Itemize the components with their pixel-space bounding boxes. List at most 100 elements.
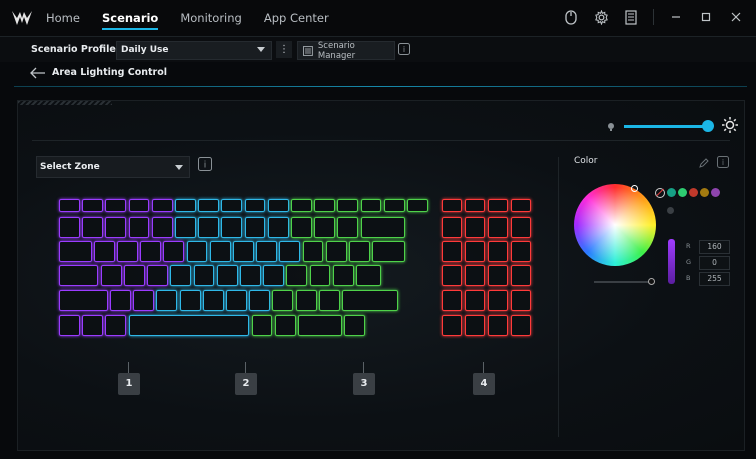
keyboard-key[interactable] xyxy=(295,290,317,311)
keyboard-key[interactable] xyxy=(151,217,173,238)
help-icon[interactable]: i xyxy=(717,156,729,168)
keyboard-key[interactable] xyxy=(128,199,150,212)
keyboard-key[interactable] xyxy=(193,265,215,286)
keyboard-key[interactable] xyxy=(59,290,108,311)
keyboard-key[interactable] xyxy=(105,315,127,336)
color-swatch[interactable] xyxy=(678,188,687,197)
keyboard-key[interactable] xyxy=(511,217,531,238)
close-icon[interactable] xyxy=(728,9,744,25)
keyboard-key[interactable] xyxy=(488,290,508,311)
keyboard-key[interactable] xyxy=(355,265,382,286)
keyboard-key[interactable] xyxy=(442,199,462,212)
keyboard-key[interactable] xyxy=(105,199,127,212)
keyboard-key[interactable] xyxy=(82,217,104,238)
scenario-manager-button[interactable]: Scenario Manager xyxy=(297,41,395,61)
keyboard-key[interactable] xyxy=(442,241,462,262)
keyboard-key[interactable] xyxy=(511,290,531,311)
keyboard-key[interactable] xyxy=(325,241,347,262)
keyboard-key[interactable] xyxy=(465,315,485,336)
keyboard-key[interactable] xyxy=(442,315,462,336)
tab-scenario[interactable]: Scenario xyxy=(101,0,159,36)
keyboard-key[interactable] xyxy=(488,241,508,262)
hue-slider-knob[interactable] xyxy=(648,278,655,285)
zone-label-1[interactable]: 1 xyxy=(118,373,140,395)
keyboard-key[interactable] xyxy=(133,290,155,311)
keyboard-key[interactable] xyxy=(198,199,220,212)
keyboard-key[interactable] xyxy=(314,199,336,212)
hue-slider-track[interactable] xyxy=(594,281,654,283)
keyboard-key[interactable] xyxy=(511,315,531,336)
keyboard-key[interactable] xyxy=(309,265,331,286)
tab-home[interactable]: Home xyxy=(46,0,80,36)
mouse-icon[interactable] xyxy=(563,9,579,25)
keyboard-key[interactable] xyxy=(314,217,336,238)
blue-value-input[interactable]: 255 xyxy=(699,272,730,286)
help-icon[interactable]: i xyxy=(398,43,410,55)
keyboard-key[interactable] xyxy=(274,315,296,336)
keyboard-key[interactable] xyxy=(465,199,485,212)
keyboard-key[interactable] xyxy=(349,241,370,262)
keyboard-key[interactable] xyxy=(59,217,80,238)
keyboard-key[interactable] xyxy=(442,265,462,286)
keyboard-key[interactable] xyxy=(360,199,382,212)
keyboard-key[interactable] xyxy=(318,290,340,311)
keyboard-key[interactable] xyxy=(337,199,359,212)
keyboard-key[interactable] xyxy=(302,241,324,262)
keyboard-key[interactable] xyxy=(156,290,178,311)
no-color-swatch[interactable] xyxy=(655,188,665,198)
minimize-icon[interactable] xyxy=(668,9,684,25)
keyboard-key[interactable] xyxy=(221,217,243,238)
keyboard-key[interactable] xyxy=(249,290,271,311)
keyboard-key[interactable] xyxy=(59,265,99,286)
keyboard-key[interactable] xyxy=(465,241,485,262)
keyboard-key[interactable] xyxy=(256,241,278,262)
red-value-input[interactable]: 160 xyxy=(699,240,730,254)
keyboard-key[interactable] xyxy=(465,290,485,311)
keyboard-key[interactable] xyxy=(239,265,261,286)
keyboard-key[interactable] xyxy=(286,265,308,286)
tab-app-center[interactable]: App Center xyxy=(264,0,329,36)
keyboard-key[interactable] xyxy=(221,199,243,212)
keyboard-key[interactable] xyxy=(59,315,80,336)
keyboard-key[interactable] xyxy=(170,265,192,286)
notes-icon[interactable] xyxy=(623,9,639,25)
keyboard-key[interactable] xyxy=(337,217,359,238)
keyboard-key[interactable] xyxy=(511,265,531,286)
keyboard-key[interactable] xyxy=(110,290,131,311)
keyboard-key[interactable] xyxy=(291,217,312,238)
color-swatch[interactable] xyxy=(689,188,698,197)
keyboard-key[interactable] xyxy=(226,290,247,311)
gear-icon[interactable] xyxy=(593,9,609,25)
more-options-icon[interactable]: ⋮ xyxy=(276,41,292,58)
color-swatch[interactable] xyxy=(700,188,709,197)
keyboard-key[interactable] xyxy=(140,241,162,262)
keyboard-key[interactable] xyxy=(332,265,354,286)
keyboard-key[interactable] xyxy=(93,241,115,262)
keyboard-key[interactable] xyxy=(216,265,238,286)
keyboard-key[interactable] xyxy=(488,217,508,238)
keyboard-key[interactable] xyxy=(244,217,266,238)
keyboard-key[interactable] xyxy=(297,315,343,336)
eyedropper-icon[interactable] xyxy=(699,158,709,168)
keyboard-key[interactable] xyxy=(163,241,185,262)
zone-label-3[interactable]: 3 xyxy=(353,373,375,395)
keyboard-key[interactable] xyxy=(233,241,254,262)
keyboard-key[interactable] xyxy=(198,217,220,238)
keyboard-key[interactable] xyxy=(383,199,405,212)
keyboard-key[interactable] xyxy=(279,241,301,262)
keyboard-key[interactable] xyxy=(244,199,266,212)
keyboard-key[interactable] xyxy=(511,241,531,262)
keyboard-key[interactable] xyxy=(267,217,289,238)
keyboard-key[interactable] xyxy=(105,217,127,238)
saturation-bar[interactable] xyxy=(668,239,675,284)
zone-label-4[interactable]: 4 xyxy=(473,373,495,395)
keyboard-key[interactable] xyxy=(407,199,428,212)
color-wheel[interactable] xyxy=(574,184,656,266)
keyboard-key[interactable] xyxy=(342,290,398,311)
zone-label-2[interactable]: 2 xyxy=(235,373,257,395)
keyboard-key[interactable] xyxy=(488,265,508,286)
keyboard-key[interactable] xyxy=(175,199,196,212)
keyboard-key[interactable] xyxy=(488,315,508,336)
keyboard-key[interactable] xyxy=(82,199,104,212)
keyboard-key[interactable] xyxy=(209,241,231,262)
